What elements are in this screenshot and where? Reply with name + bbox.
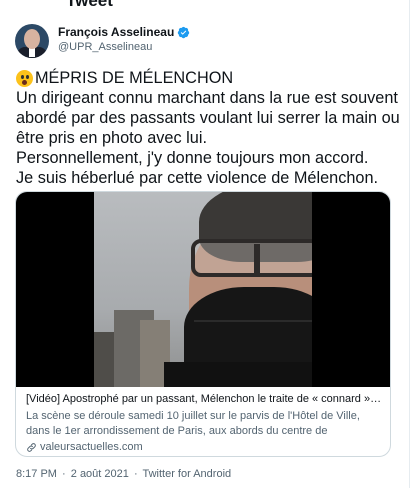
verified-badge-icon xyxy=(178,26,190,38)
avatar-head xyxy=(24,29,40,49)
link-icon xyxy=(27,442,36,452)
video-person-jacket xyxy=(164,362,312,387)
card-info[interactable]: [Vidéo] Apostrophé par un passant, Mélen… xyxy=(26,392,382,454)
card-domain-row[interactable]: valeursactuelles.com xyxy=(26,440,382,454)
video-person-mask-fold xyxy=(194,320,312,322)
tweet-source[interactable]: Twitter for Android xyxy=(142,468,231,480)
author-name-row[interactable]: François Asselineau xyxy=(58,25,190,39)
tweet-date[interactable]: 2 août 2021 xyxy=(71,468,129,480)
header-title: Tweet xyxy=(66,0,113,10)
header-bar: Tweet xyxy=(0,0,410,12)
link-card[interactable]: [Vidéo] Apostrophé par un passant, Mélen… xyxy=(15,191,391,457)
video-thumbnail[interactable] xyxy=(94,192,312,387)
card-description: La scène se déroule samedi 10 juillet su… xyxy=(26,410,360,437)
tweet-text: MÉPRIS DE MÉLENCHON Un dirigeant connu m… xyxy=(16,69,400,187)
card-domain[interactable]: valeursactuelles.com xyxy=(40,440,143,454)
card-title[interactable]: [Vidéo] Apostrophé par un passant, Mélen… xyxy=(26,392,382,407)
video-person-glasses-bridge xyxy=(254,244,260,274)
author-display-name[interactable]: François Asselineau xyxy=(58,25,174,39)
video-person-glasses xyxy=(191,239,312,277)
author-handle[interactable]: @UPR_Asselineau xyxy=(58,41,152,53)
tweet-meta: 8:17 PM · 2 août 2021 · Twitter for Andr… xyxy=(16,468,231,480)
meta-separator: · xyxy=(62,468,66,480)
avatar[interactable] xyxy=(15,24,49,58)
tweet-time[interactable]: 8:17 PM xyxy=(16,468,57,480)
meta-separator: · xyxy=(133,468,138,480)
card-media[interactable] xyxy=(16,192,390,387)
